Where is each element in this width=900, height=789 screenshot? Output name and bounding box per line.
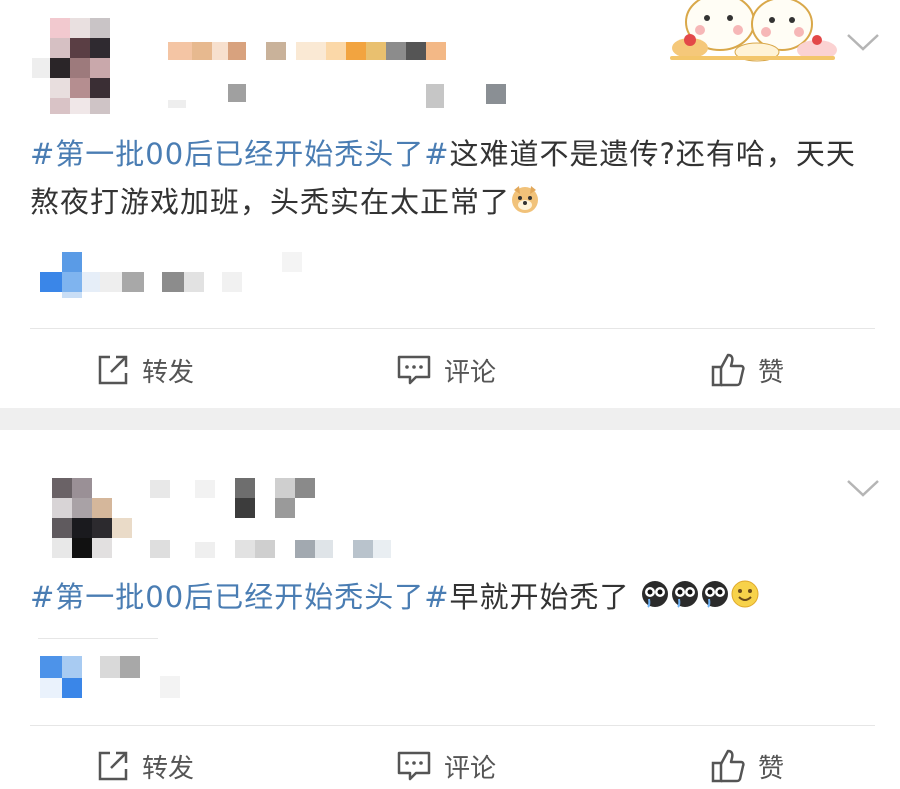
feed-separator (0, 408, 900, 430)
crying-emoji (670, 575, 700, 623)
post-text: #第一批00后已经开始秃头了#这难道不是遗传?还有哈，天天熬夜打游戏加班，头秃实… (30, 130, 870, 228)
username-redacted[interactable] (168, 42, 448, 60)
divider (30, 328, 875, 329)
like-label: 赞 (758, 357, 785, 388)
weibo-post: #第一批00后已经开始秃头了#早就开始秃了 转发 评论 赞 (0, 430, 900, 789)
source-redacted[interactable] (40, 252, 310, 298)
like-label: 赞 (758, 753, 785, 784)
weibo-post: #第一批00后已经开始秃头了#这难道不是遗传?还有哈，天天熬夜打游戏加班，头秃实… (0, 0, 900, 408)
post-body: 早就开始秃了 (449, 580, 630, 614)
avatar[interactable] (32, 18, 112, 114)
post-text: #第一批00后已经开始秃头了#早就开始秃了 (30, 573, 870, 623)
like-icon (711, 749, 745, 783)
smile-emoji (730, 575, 760, 623)
repost-label: 转发 (142, 357, 195, 388)
hashtag-link[interactable]: #第一批00后已经开始秃头了# (30, 137, 450, 171)
repost-button[interactable]: 转发 (96, 350, 194, 390)
repost-icon (98, 751, 128, 781)
like-button[interactable]: 赞 (710, 350, 784, 390)
crying-emoji (700, 575, 730, 623)
timestamp-redacted (168, 84, 508, 108)
like-button[interactable]: 赞 (710, 746, 784, 786)
like-icon (711, 353, 745, 387)
doge-emoji (510, 180, 540, 228)
timestamp-redacted (150, 540, 410, 558)
comment-label: 评论 (444, 357, 497, 388)
quote-divider (38, 638, 158, 639)
repost-label: 转发 (142, 753, 195, 784)
repost-icon (98, 355, 128, 385)
comment-label: 评论 (444, 753, 497, 784)
username-redacted[interactable] (150, 478, 350, 518)
avatar[interactable] (52, 478, 132, 574)
comment-button[interactable]: 评论 (396, 350, 496, 390)
source-redacted[interactable] (40, 656, 190, 702)
repost-button[interactable]: 转发 (96, 746, 194, 786)
crying-emoji (640, 575, 670, 623)
chevron-down-icon[interactable] (846, 478, 880, 498)
comment-button[interactable]: 评论 (396, 746, 496, 786)
divider (30, 725, 875, 726)
cartoon-sticker-icon (670, 0, 837, 62)
hashtag-link[interactable]: #第一批00后已经开始秃头了# (30, 580, 450, 614)
comment-icon (397, 751, 431, 781)
comment-icon (397, 355, 431, 385)
chevron-down-icon[interactable] (846, 32, 880, 52)
